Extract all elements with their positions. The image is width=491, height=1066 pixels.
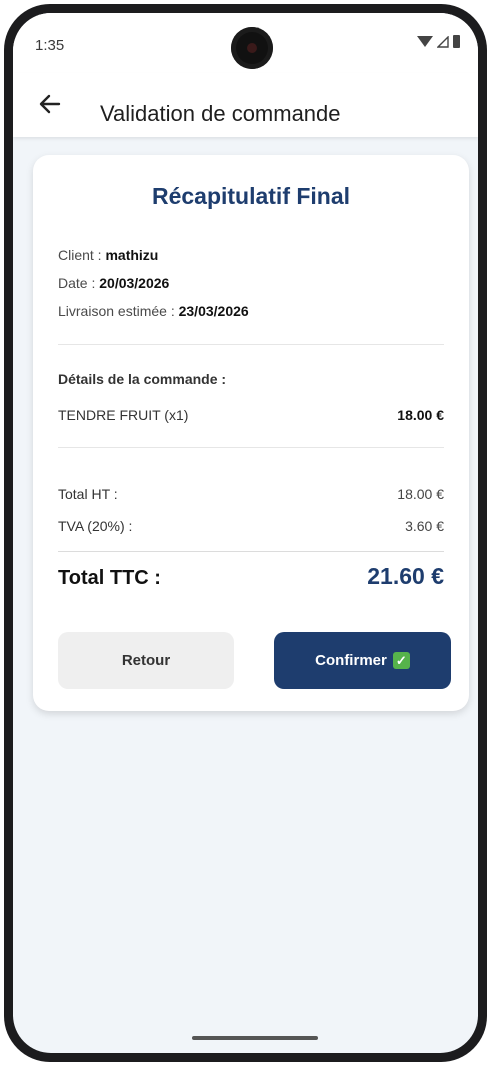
summary-title: Récapitulatif Final: [151, 183, 351, 209]
details-title: Détails de la commande :: [58, 371, 227, 387]
item-name: TENDRE FRUIT (x1): [58, 407, 189, 423]
summary-card: Récapitulatif Final Client : mathizu Dat…: [33, 155, 469, 711]
divider: [58, 447, 444, 448]
status-bar: 1:35: [13, 13, 478, 73]
home-indicator[interactable]: [192, 1036, 318, 1040]
date-info: Date : 20/03/2026: [58, 275, 169, 291]
client-value: mathizu: [105, 247, 159, 263]
status-icons: [417, 35, 460, 48]
date-value: 20/03/2026: [99, 275, 170, 291]
total-ht-value: 18.00 €: [397, 486, 444, 502]
confirm-button[interactable]: Confirmer ✓: [274, 632, 451, 689]
phone-frame: 1:35 Validation de commande Récapitulati…: [4, 4, 487, 1062]
date-label: Date :: [58, 275, 100, 291]
status-time: 1:35: [35, 37, 65, 54]
page-title: Validation de commande: [100, 101, 341, 126]
order-item-row: TENDRE FRUIT (x1) 18.00 €: [58, 407, 444, 423]
total-ht-row: Total HT : 18.00 €: [58, 486, 444, 502]
back-arrow-icon[interactable]: [33, 87, 67, 121]
tva-value: 3.60 €: [405, 518, 444, 534]
check-mark-icon: ✓: [392, 652, 410, 669]
tva-label: TVA (20%) :: [58, 518, 133, 534]
delivery-label: Livraison estimée :: [58, 303, 179, 319]
client-label: Client :: [58, 247, 106, 263]
front-camera: [231, 27, 273, 69]
client-info: Client : mathizu: [58, 247, 158, 263]
item-price: 18.00 €: [397, 407, 444, 423]
tva-row: TVA (20%) : 3.60 €: [58, 518, 444, 534]
delivery-info: Livraison estimée : 23/03/2026: [58, 303, 249, 319]
back-button-label: Retour: [121, 652, 171, 669]
confirm-button-label: Confirmer: [315, 652, 387, 669]
total-ttc-label: Total TTC :: [58, 567, 161, 589]
wifi-icon: [417, 36, 433, 47]
signal-icon: [437, 35, 449, 48]
back-button[interactable]: Retour: [58, 632, 234, 689]
divider: [58, 551, 444, 552]
app-bar: Validation de commande: [13, 73, 478, 137]
battery-icon: [453, 35, 460, 48]
divider: [58, 344, 444, 345]
total-ttc-row: Total TTC : 21.60 €: [58, 563, 444, 590]
delivery-value: 23/03/2026: [178, 303, 249, 319]
total-ht-label: Total HT :: [58, 486, 118, 502]
total-ttc-value: 21.60 €: [367, 563, 444, 589]
screen: 1:35 Validation de commande Récapitulati…: [13, 13, 478, 1053]
